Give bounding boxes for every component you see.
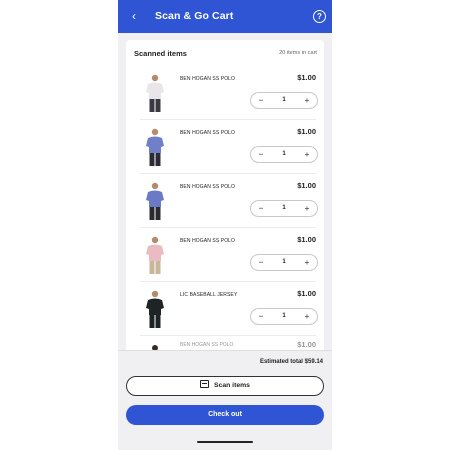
item-name: BEN HOGAN SS POLO <box>180 342 234 348</box>
product-thumbnail <box>146 182 164 220</box>
barcode-scan-icon <box>200 380 210 388</box>
decrease-button[interactable]: − <box>253 201 269 216</box>
item-name: BEN HOGAN SS POLO <box>180 238 236 244</box>
item-count: 20 items in cart <box>279 50 317 56</box>
product-thumbnail <box>146 290 164 328</box>
scan-items-label: Scan items <box>214 382 250 389</box>
phone-screen: ‹ Scan & Go Cart ? Scanned items 20 item… <box>118 0 332 450</box>
home-indicator <box>197 441 253 443</box>
quantity-value: 1 <box>282 97 286 103</box>
increase-button[interactable]: + <box>299 201 315 216</box>
checkout-label: Check out <box>208 411 242 418</box>
item-price: $1.00 <box>297 73 316 82</box>
increase-button[interactable]: + <box>299 93 315 108</box>
item-name: BEN HOGAN SS POLO <box>180 184 236 190</box>
item-price: $1.00 <box>297 235 316 244</box>
item-price: $1.00 <box>297 127 316 136</box>
card-header: Scanned items 20 items in cart <box>126 40 324 66</box>
quantity-stepper: − 1 + <box>250 308 318 325</box>
quantity-stepper: − 1 + <box>250 254 318 271</box>
item-name: BEN HOGAN SS POLO <box>180 130 236 136</box>
quantity-value: 1 <box>282 313 286 319</box>
quantity-value: 1 <box>282 151 286 157</box>
increase-button[interactable]: + <box>299 309 315 324</box>
item-name: BEN HOGAN SS POLO <box>180 76 236 82</box>
quantity-stepper: − 1 + <box>250 200 318 217</box>
decrease-button[interactable]: − <box>253 93 269 108</box>
list-item: BEN HOGAN SS POLO $1.00 − 1 + <box>126 66 324 120</box>
quantity-value: 1 <box>282 259 286 265</box>
product-thumbnail <box>146 128 164 166</box>
decrease-button[interactable]: − <box>253 309 269 324</box>
help-icon[interactable]: ? <box>313 10 326 23</box>
list-item: BEN HOGAN SS POLO $1.00 − 1 + <box>126 120 324 174</box>
decrease-button[interactable]: − <box>253 255 269 270</box>
item-price: $1.00 <box>297 289 316 298</box>
scan-items-button[interactable]: Scan items <box>126 376 324 396</box>
checkout-button[interactable]: Check out <box>126 405 324 425</box>
cart-footer: Estimated total $59.14 Scan items Check … <box>118 350 332 450</box>
list-item: BEN HOGAN SS POLO $1.00 − 1 + <box>126 228 324 282</box>
card-title: Scanned items <box>134 49 187 58</box>
page-title: Scan & Go Cart <box>155 10 234 22</box>
item-name: LIC BASEBALL JERSEY <box>180 292 238 298</box>
scanned-items-card: Scanned items 20 items in cart BEN HOGAN… <box>126 40 324 360</box>
app-header: ‹ Scan & Go Cart ? <box>118 0 332 33</box>
scan-items-content: Scan items <box>127 377 323 395</box>
increase-button[interactable]: + <box>299 147 315 162</box>
decrease-button[interactable]: − <box>253 147 269 162</box>
list-item: BEN HOGAN SS POLO $1.00 − 1 + <box>126 174 324 228</box>
item-price: $1.00 <box>297 340 316 349</box>
quantity-stepper: − 1 + <box>250 92 318 109</box>
back-chevron-icon[interactable]: ‹ <box>127 8 141 24</box>
list-item: LIC BASEBALL JERSEY $1.00 − 1 + <box>126 282 324 336</box>
product-thumbnail <box>146 74 164 112</box>
increase-button[interactable]: + <box>299 255 315 270</box>
quantity-stepper: − 1 + <box>250 146 318 163</box>
item-price: $1.00 <box>297 181 316 190</box>
quantity-value: 1 <box>282 205 286 211</box>
estimated-total: Estimated total $59.14 <box>259 359 323 365</box>
product-thumbnail <box>146 236 164 274</box>
divider <box>118 350 332 351</box>
